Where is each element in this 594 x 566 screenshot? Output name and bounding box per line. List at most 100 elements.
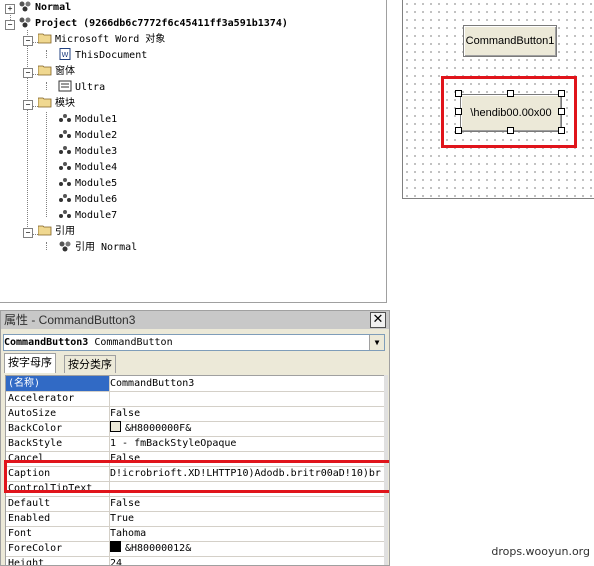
collapse-word-objects-button[interactable]: −: [23, 36, 33, 46]
reference-icon: [59, 241, 71, 252]
collapse-forms-button[interactable]: −: [23, 68, 33, 78]
tree-node-this-document[interactable]: W ThisDocument: [58, 48, 147, 64]
tree-label: ThisDocument: [75, 50, 148, 61]
tree-node-form-ultra[interactable]: Ultra: [58, 80, 105, 96]
open-folder-icon: [38, 225, 52, 236]
userform-icon: [58, 80, 72, 92]
tree-node-module[interactable]: Module7: [58, 208, 117, 224]
property-value[interactable]: [110, 391, 382, 406]
property-row[interactable]: (名称) CommandButton3: [6, 376, 384, 392]
tree-node-normal[interactable]: Normal: [18, 0, 71, 16]
property-value[interactable]: True: [110, 511, 382, 526]
property-name: BackColor: [6, 421, 110, 436]
open-folder-icon: [38, 33, 52, 44]
property-row[interactable]: BackStyle 1 - fmBackStyleOpaque: [6, 436, 384, 452]
property-value[interactable]: CommandButton3: [110, 376, 382, 391]
form-designer-canvas[interactable]: CommandButton1 \hendib00.00x00: [402, 0, 594, 199]
tree-node-references[interactable]: 引用: [38, 224, 75, 240]
tree-label: 引用 Normal: [75, 242, 138, 253]
tree-node-module[interactable]: Module3: [58, 144, 117, 160]
tab-categorized[interactable]: 按分类序: [64, 355, 116, 373]
tree-connector: [27, 30, 28, 235]
vba-project-icon: [19, 17, 31, 28]
collapse-modules-button[interactable]: −: [23, 100, 33, 110]
tree-label: Module2: [75, 130, 118, 141]
chevron-down-icon[interactable]: ▼: [369, 335, 384, 350]
property-name: Default: [6, 496, 110, 511]
property-row[interactable]: ForeColor &H80000012&: [6, 541, 384, 557]
module-icon: [59, 210, 71, 218]
property-row[interactable]: Default False: [6, 496, 384, 512]
module-icon: [59, 146, 71, 154]
module-icon: [59, 114, 71, 122]
tree-node-word-objects[interactable]: Microsoft Word 对象: [38, 32, 165, 48]
property-value[interactable]: False: [110, 496, 382, 511]
tree-label: Module7: [75, 210, 118, 221]
tree-label: 窗体: [55, 66, 75, 77]
tree-connector: [46, 242, 47, 250]
tree-node-modules[interactable]: 模块: [38, 96, 75, 112]
highlight-box: [441, 76, 577, 148]
tree-node-module[interactable]: Module5: [58, 176, 117, 192]
object-name: CommandButton3: [4, 337, 89, 348]
tree-node-module[interactable]: Module1: [58, 112, 117, 128]
color-swatch: [110, 541, 121, 552]
tree-connector: [46, 50, 47, 58]
property-row[interactable]: BackColor &H8000000F&: [6, 421, 384, 437]
open-folder-icon: [38, 97, 52, 108]
tree-node-forms[interactable]: 窗体: [38, 64, 75, 80]
tree-label: Module1: [75, 114, 118, 125]
tree-node-module[interactable]: Module6: [58, 192, 117, 208]
property-value[interactable]: 1 - fmBackStyleOpaque: [110, 436, 382, 451]
property-row[interactable]: Accelerator: [6, 391, 384, 407]
property-row[interactable]: Enabled True: [6, 511, 384, 527]
collapse-project-button[interactable]: −: [5, 20, 15, 30]
module-icon: [59, 178, 71, 186]
property-name: AutoSize: [6, 406, 110, 421]
project-explorer-tree: + Normal − Project (9266db6c7772f6c45411…: [0, 0, 387, 303]
open-folder-icon: [38, 65, 52, 76]
property-value[interactable]: Tahoma: [110, 526, 382, 541]
tree-label: 引用: [55, 226, 75, 237]
tree-label: Module5: [75, 178, 118, 189]
tab-alphabetic[interactable]: 按字母序: [4, 353, 56, 373]
tree-node-reference-normal[interactable]: 引用 Normal: [58, 240, 137, 256]
property-name: (名称): [6, 376, 110, 391]
object-selector[interactable]: CommandButton3 CommandButton ▼: [3, 334, 385, 351]
property-row[interactable]: AutoSize False: [6, 406, 384, 422]
properties-title: 属性 - CommandButton3: [1, 311, 389, 329]
property-row[interactable]: Height 24: [6, 556, 384, 565]
property-name: Enabled: [6, 511, 110, 526]
highlight-box: [4, 460, 389, 493]
expand-normal-button[interactable]: +: [5, 4, 15, 14]
tree-node-project[interactable]: Project (9266db6c7772f6c45411ff3a591b137…: [18, 16, 288, 32]
tree-node-module[interactable]: Module2: [58, 128, 117, 144]
collapse-references-button[interactable]: −: [23, 228, 33, 238]
property-name: ForeColor: [6, 541, 110, 556]
module-icon: [59, 194, 71, 202]
close-icon: ✕: [372, 312, 384, 327]
module-icon: [59, 162, 71, 170]
close-button[interactable]: ✕: [370, 312, 386, 328]
svg-text:W: W: [62, 51, 69, 59]
property-name: Font: [6, 526, 110, 541]
tree-label: Module6: [75, 194, 118, 205]
tree-label: Microsoft Word 对象: [55, 34, 166, 45]
property-name: Height: [6, 556, 110, 565]
property-value[interactable]: False: [110, 406, 382, 421]
module-icon: [59, 130, 71, 138]
watermark: drops.wooyun.org: [491, 545, 590, 558]
tree-label: Project (9266db6c7772f6c45411ff3a591b137…: [35, 18, 288, 29]
tree-node-module[interactable]: Module4: [58, 160, 117, 176]
property-value[interactable]: &H80000012&: [110, 541, 382, 556]
command-button-1[interactable]: CommandButton1: [463, 25, 557, 57]
tree-label: Ultra: [75, 82, 106, 93]
property-row[interactable]: Font Tahoma: [6, 526, 384, 542]
property-value[interactable]: 24: [110, 556, 382, 565]
button-caption: CommandButton1: [465, 35, 555, 47]
tree-label: Module4: [75, 162, 118, 173]
object-type: CommandButton: [94, 337, 173, 348]
property-value[interactable]: &H8000000F&: [110, 421, 382, 436]
property-name: BackStyle: [6, 436, 110, 451]
property-value-text: &H8000000F&: [125, 423, 192, 434]
